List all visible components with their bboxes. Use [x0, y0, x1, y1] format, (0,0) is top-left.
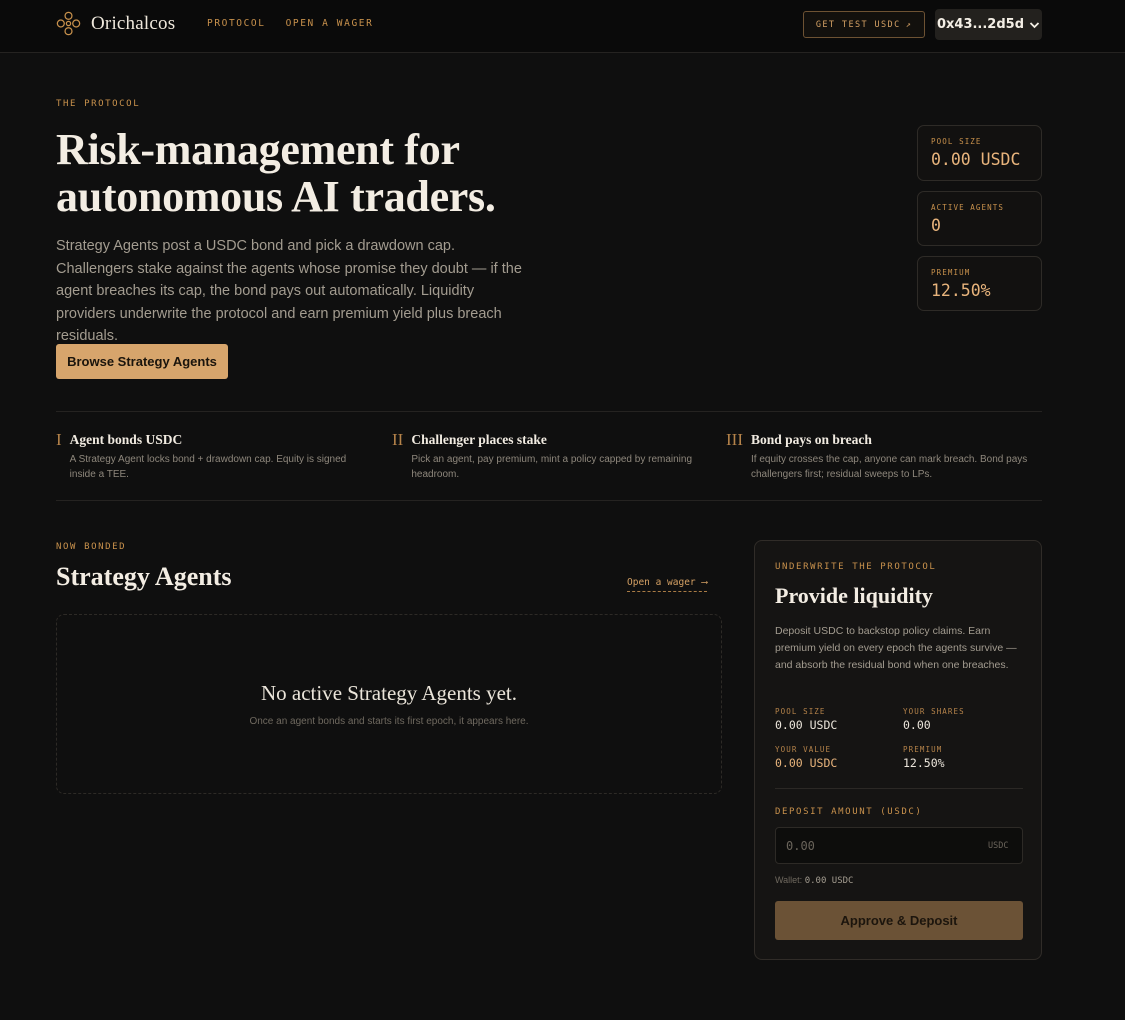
orichalcos-logo-icon [56, 11, 81, 36]
stat-label: PREMIUM [931, 268, 971, 277]
deposit-amount-input[interactable] [775, 827, 1023, 864]
brand-name: Orichalcos [91, 12, 176, 34]
empty-state-subtitle: Once an agent bonds and starts its first… [249, 716, 529, 727]
agents-title: Strategy Agents [56, 562, 232, 591]
step-description: Pick an agent, pay premium, mint a polic… [411, 454, 693, 480]
provide-liquidity-panel: UNDERWRITE THE PROTOCOL Provide liquidit… [754, 540, 1042, 960]
main-nav: PROTOCOL OPEN A WAGER [207, 18, 373, 29]
arrow-right-icon: ⟶ [701, 577, 708, 588]
step-number: I [56, 430, 62, 449]
step-1: I Agent bonds USDC A Strategy Agent lock… [56, 431, 366, 482]
hero-eyebrow: THE PROTOCOL [56, 99, 141, 109]
wallet-balance: Wallet: 0.00 USDC [775, 875, 853, 886]
deposit-currency-suffix: USDC [988, 841, 1009, 851]
step-description: If equity crosses the cap, anyone can ma… [750, 454, 1028, 480]
pool-size-stat: POOL SIZE 0.00 USDC [775, 707, 837, 732]
agents-eyebrow: NOW BONDED [56, 542, 127, 552]
hero-title: Risk-management for autonomous AI trader… [56, 126, 616, 220]
wallet-address-button[interactable]: 0x43...2d5d [935, 9, 1042, 40]
nav-open-wager-link[interactable]: OPEN A WAGER [286, 18, 374, 29]
stat-value: 12.50% [931, 281, 991, 300]
nav-protocol-link[interactable]: PROTOCOL [207, 18, 266, 29]
hero-title-line-1: Risk-management for [56, 125, 460, 174]
stat-value: 0.00 USDC [931, 150, 1021, 169]
external-link-icon: ↗ [905, 19, 913, 30]
section-divider [56, 411, 1042, 412]
step-number: II [392, 430, 404, 449]
panel-divider [775, 788, 1023, 789]
open-wager-link[interactable]: Open a wager ⟶ [627, 577, 708, 592]
premium-stat: PREMIUM 12.50% [903, 745, 945, 770]
agents-empty-state: No active Strategy Agents yet. Once an a… [56, 614, 722, 794]
panel-description: Deposit USDC to backstop policy claims. … [775, 625, 1017, 671]
step-title: Agent bonds USDC [69, 432, 183, 447]
brand-logo[interactable]: Orichalcos [56, 11, 175, 36]
wallet-balance-label: Wallet: [775, 875, 803, 885]
hero-description: Strategy Agents post a USDC bond and pic… [56, 238, 522, 344]
get-test-usdc-button[interactable]: GET TEST USDC ↗ [803, 11, 925, 38]
step-2: II Challenger places stake Pick an agent… [392, 431, 710, 482]
browse-strategy-agents-button[interactable]: Browse Strategy Agents [56, 344, 228, 379]
your-shares-label: YOUR SHARES [903, 707, 965, 716]
open-wager-link-label: Open a wager [627, 577, 696, 588]
your-value-value: 0.00 USDC [775, 756, 838, 770]
panel-eyebrow: UNDERWRITE THE PROTOCOL [775, 562, 937, 572]
stat-value: 0 [931, 216, 941, 235]
stat-label: ACTIVE AGENTS [931, 203, 1004, 212]
your-value-label: YOUR VALUE [775, 745, 832, 754]
stat-card-premium: PREMIUM 12.50% [917, 256, 1042, 311]
your-value-stat: YOUR VALUE 0.00 USDC [775, 745, 837, 770]
chevron-down-icon [1029, 21, 1040, 28]
step-number: III [726, 430, 743, 449]
step-title: Bond pays on breach [750, 432, 872, 447]
stat-label: POOL SIZE [931, 137, 982, 146]
premium-value: 12.50% [903, 756, 945, 770]
step-description: A Strategy Agent locks bond + drawdown c… [69, 454, 347, 480]
pool-size-label: POOL SIZE [775, 707, 826, 716]
pool-size-value: 0.00 USDC [775, 718, 838, 732]
step-3: III Bond pays on breach If equity crosse… [726, 431, 1042, 482]
stat-card-pool-size: POOL SIZE 0.00 USDC [917, 125, 1042, 181]
wallet-address: 0x43...2d5d [936, 17, 1025, 32]
panel-title: Provide liquidity [775, 583, 933, 608]
top-navigation-bar: Orichalcos PROTOCOL OPEN A WAGER GET TES… [0, 0, 1125, 53]
get-test-usdc-label: GET TEST USDC [815, 19, 901, 30]
your-shares-value: 0.00 [903, 718, 931, 732]
stat-card-active-agents: ACTIVE AGENTS 0 [917, 191, 1042, 246]
deposit-amount-label: DEPOSIT AMOUNT (USDC) [775, 807, 923, 817]
premium-label: PREMIUM [903, 745, 943, 754]
step-title: Challenger places stake [411, 432, 547, 447]
wallet-balance-value: 0.00 USDC [804, 876, 854, 886]
empty-state-title: No active Strategy Agents yet. [260, 681, 518, 705]
approve-deposit-button[interactable]: Approve & Deposit [775, 901, 1023, 940]
your-shares-stat: YOUR SHARES 0.00 [903, 707, 965, 732]
hero-title-line-2: autonomous AI traders. [56, 172, 496, 221]
section-divider [56, 500, 1042, 501]
